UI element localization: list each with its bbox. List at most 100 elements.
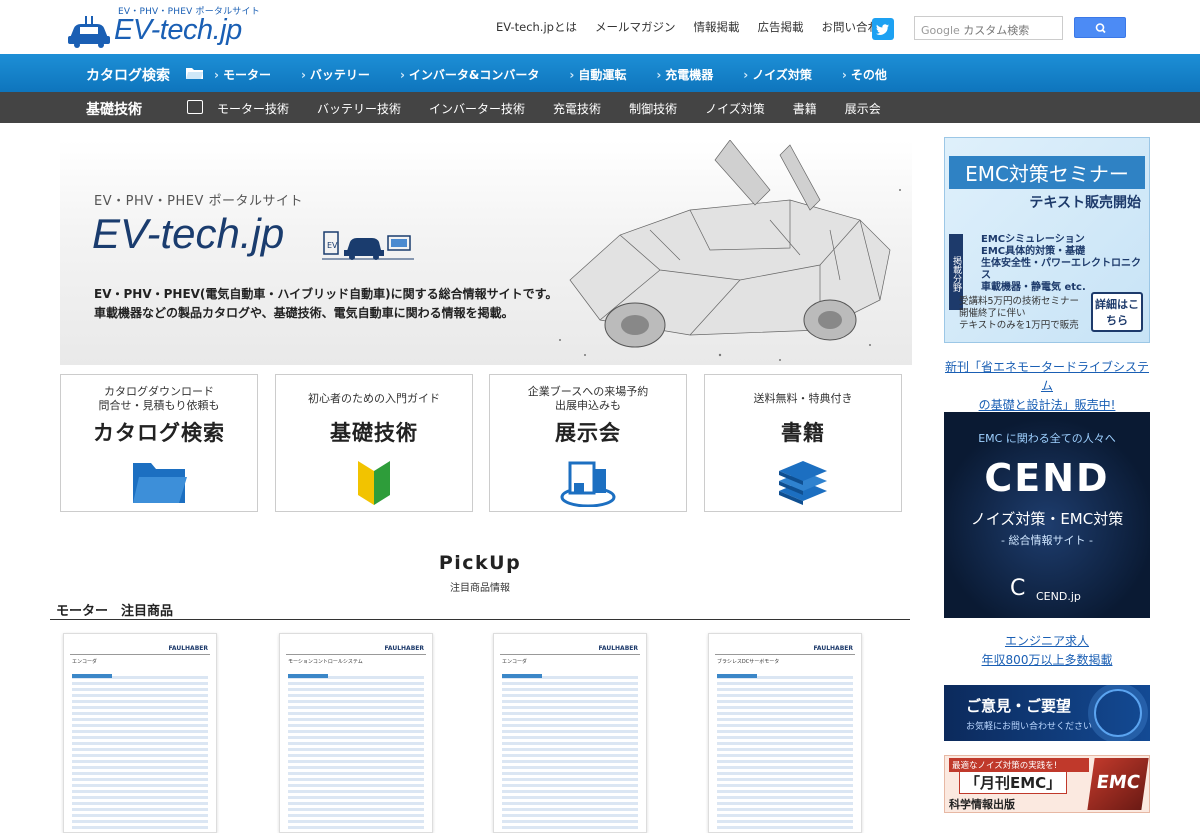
- card-basics-title: 基礎技術: [330, 421, 418, 445]
- card-books[interactable]: 送料無料・特典付き 書籍: [704, 374, 902, 512]
- product-datasheet-table: [288, 676, 424, 832]
- emc-topic: EMC具体的対策・基礎: [981, 246, 1086, 257]
- basics-nav-title[interactable]: 基礎技術: [86, 99, 142, 119]
- feedback-banner[interactable]: ご意見・ご要望 お気軽にお問い合わせください: [944, 685, 1150, 741]
- basics-nav-charging[interactable]: 充電技術: [553, 100, 601, 117]
- product-title: エンコーダ: [502, 659, 528, 665]
- booth-icon: [560, 461, 616, 507]
- product-brand: FAULHABER: [384, 645, 424, 652]
- cend-domain: CEND.jp: [1036, 590, 1081, 603]
- basics-nav-exhibition[interactable]: 展示会: [845, 100, 881, 117]
- search-button[interactable]: [1074, 17, 1126, 38]
- catalog-nav-autonomous[interactable]: 自動運転: [569, 66, 626, 83]
- cend-line1: ノイズ対策・EMC対策: [970, 510, 1124, 528]
- catalog-nav-inverter[interactable]: インバータ&コンバータ: [400, 66, 539, 83]
- magazine-cover-icon: EMC: [1087, 758, 1149, 810]
- svg-text:EV: EV: [327, 241, 338, 250]
- top-nav-listing[interactable]: 情報掲載: [693, 19, 739, 35]
- top-nav-mailmagazine[interactable]: メールマガジン: [595, 19, 676, 35]
- engineer-jobs-link-line2: 年収800万以上多数掲載: [981, 653, 1113, 667]
- basics-nav: 基礎技術 モーター技術 バッテリー技術 インバーター技術 充電技術 制御技術 ノ…: [0, 92, 1200, 123]
- card-catalog-sub1: カタログダウンロード: [104, 385, 214, 398]
- card-exhibition-sub2: 出展申込みも: [555, 399, 621, 412]
- emc-seminar-banner[interactable]: EMC対策セミナー テキスト販売開始 掲載分野 EMCシミュレーション EMC具…: [944, 137, 1150, 343]
- product-rule: [70, 654, 210, 655]
- product-datasheet-table: [72, 676, 208, 832]
- card-catalog-sub: カタログダウンロード 問合せ・見積もり依頼も: [61, 385, 257, 413]
- basics-nav-motor[interactable]: モーター技術: [217, 100, 289, 117]
- cend-line2: - 総合情報サイト -: [1001, 534, 1093, 547]
- hero-description: EV・PHV・PHEV(電気自動車・ハイブリッド自動車)に関する総合情報サイトで…: [94, 285, 557, 323]
- product-brand: FAULHABER: [598, 645, 638, 652]
- engineer-jobs-link-line1: エンジニア求人: [1004, 634, 1089, 648]
- catalog-nav: カタログ検索 モーター バッテリー インバータ&コンバータ 自動運転 充電機器 …: [0, 54, 1200, 92]
- basics-nav-noise[interactable]: ノイズ対策: [705, 100, 765, 117]
- radar-ring-icon: [1094, 689, 1142, 737]
- card-exhibition-title: 展示会: [555, 421, 621, 445]
- emc-banner-topics: EMCシミュレーション EMC具体的対策・基礎 生体安全性・パワーエレクトロニク…: [981, 234, 1149, 294]
- cend-tagline: EMC に関わる全ての人々へ: [978, 432, 1116, 445]
- card-books-sub1: 送料無料・特典付き: [753, 392, 853, 405]
- basics-nav-inverter[interactable]: インバーター技術: [429, 100, 525, 117]
- hero-tagline: EV・PHV・PHEV ポータルサイト: [94, 194, 303, 209]
- product-card[interactable]: FAULHABER エンコーダ: [493, 633, 647, 833]
- card-catalog[interactable]: カタログダウンロード 問合せ・見積もり依頼も カタログ検索: [60, 374, 258, 512]
- basics-nav-books[interactable]: 書籍: [793, 100, 817, 117]
- product-datasheet-table: [717, 676, 853, 832]
- card-exhibition-sub: 企業ブースへの来場予約 出展申込みも: [490, 385, 686, 413]
- engineer-jobs-link[interactable]: エンジニア求人 年収800万以上多数掲載: [944, 632, 1150, 670]
- card-exhibition-sub1: 企業ブースへの来場予約: [527, 385, 649, 398]
- books-icon: [779, 461, 827, 505]
- catalog-nav-title[interactable]: カタログ検索: [86, 65, 170, 85]
- emc-note-line: テキストのみを1万円で販売: [959, 320, 1079, 331]
- cend-banner[interactable]: EMC に関わる全ての人々へ CEND ノイズ対策・EMC対策 - 総合情報サイ…: [944, 412, 1150, 618]
- card-books-title: 書籍: [781, 421, 825, 445]
- beginner-mark-icon: [358, 461, 390, 505]
- basics-nav-control[interactable]: 制御技術: [629, 100, 677, 117]
- product-rule: [286, 654, 426, 655]
- product-rule: [715, 654, 855, 655]
- catalog-nav-motor[interactable]: モーター: [214, 66, 271, 83]
- card-catalog-sub2: 問合せ・見積もり依頼も: [98, 399, 220, 412]
- search-input[interactable]: Google カスタム検索: [914, 16, 1063, 40]
- product-highlight: [717, 674, 757, 678]
- catalog-nav-battery[interactable]: バッテリー: [301, 66, 370, 83]
- card-books-sub: 送料無料・特典付き: [705, 385, 901, 413]
- card-basics[interactable]: 初心者のための入門ガイド 基礎技術: [275, 374, 473, 512]
- product-rule: [500, 654, 640, 655]
- product-card[interactable]: FAULHABER ブラシレスDCサーボモータ: [708, 633, 862, 833]
- new-book-link[interactable]: 新刊「省エネモータードライブシステム の基礎と設計法」販売中!: [944, 358, 1150, 415]
- catalog-nav-noise[interactable]: ノイズ対策: [743, 66, 812, 83]
- feedback-title: ご意見・ご要望: [966, 697, 1072, 715]
- basics-nav-battery[interactable]: バッテリー技術: [317, 100, 401, 117]
- product-card[interactable]: FAULHABER モーションコントロールシステム: [279, 633, 433, 833]
- card-exhibition[interactable]: 企業ブースへの来場予約 出展申込みも 展示会: [489, 374, 687, 512]
- catalog-nav-other[interactable]: その他: [842, 66, 887, 83]
- monthly-emc-banner[interactable]: 最適なノイズ対策の実践を! 「月刊EMC」 科学情報出版 EMC: [944, 755, 1150, 813]
- catalog-nav-charger[interactable]: 充電機器: [656, 66, 713, 83]
- hero-desc-line2: 車載機器などの製品カタログや、基礎技術、電気自動車に関わる情報を掲載。: [94, 306, 514, 320]
- cend-name: CEND: [984, 456, 1110, 500]
- search-brand: Google: [921, 24, 960, 37]
- pickup-subtitle: 注目商品情報: [450, 583, 510, 594]
- new-book-link-line1: 新刊「省エネモータードライブシステム: [944, 360, 1149, 393]
- product-highlight: [502, 674, 542, 678]
- hero-logo: EV-tech.jp: [92, 210, 285, 257]
- hero-desc-line1: EV・PHV・PHEV(電気自動車・ハイブリッド自動車)に関する総合情報サイトで…: [94, 287, 558, 301]
- top-nav-about[interactable]: EV-tech.jpとは: [496, 19, 577, 35]
- twitter-icon[interactable]: [872, 18, 894, 40]
- site-logo[interactable]: EV・PHV・PHEV ポータルサイト EV-tech.jp: [66, 4, 266, 50]
- emc-banner-note: 受講料5万円の技術セミナー 開催終了に伴い テキストのみを1万円で販売: [959, 296, 1079, 332]
- emc-details-button[interactable]: 詳細はこちら: [1091, 292, 1143, 332]
- hero-banner: EV・PHV・PHEV ポータルサイト EV-tech.jp EV EV・PHV…: [60, 140, 912, 365]
- pickup-title: PickUp: [438, 552, 522, 574]
- monthly-emc-title: 「月刊EMC」: [959, 771, 1068, 794]
- top-nav: EV-tech.jpとは メールマガジン 情報掲載 広告掲載 お問い合わせ: [496, 19, 890, 35]
- emc-note-line: 開催終了に伴い: [959, 308, 1026, 319]
- product-highlight: [288, 674, 328, 678]
- monthly-emc-top: 最適なノイズ対策の実践を!: [949, 758, 1089, 772]
- product-card[interactable]: FAULHABER エンコーダ: [63, 633, 217, 833]
- section-divider: [50, 619, 910, 620]
- product-datasheet-table: [502, 676, 638, 832]
- top-nav-advertise[interactable]: 広告掲載: [757, 19, 803, 35]
